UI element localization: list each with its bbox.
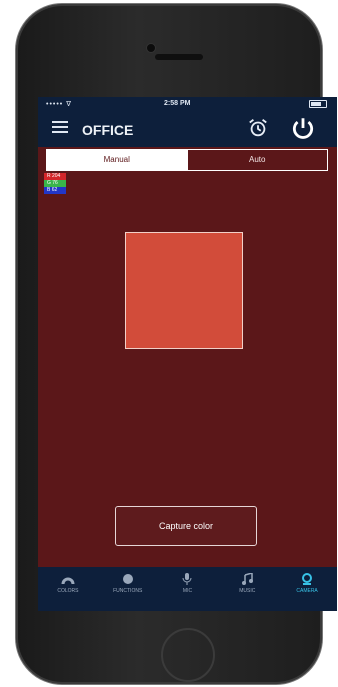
status-bar: ••••• ∇ 2:58 PM — [38, 97, 337, 111]
tab-label-music: MUSIC — [239, 588, 256, 594]
music-note-icon — [242, 573, 254, 585]
tab-label-mic: MIC — [182, 588, 193, 594]
tab-label-colors: COLORS — [57, 588, 79, 594]
alarm-clock-icon[interactable] — [247, 117, 269, 139]
tab-bar: COLORS FUNCTIONS MIC MUSIC CAMERA — [38, 567, 337, 611]
blue-value: B 62 — [44, 187, 66, 194]
green-value: G 76 — [44, 180, 66, 187]
microphone-icon — [182, 573, 192, 585]
page-title: OFFICE — [82, 122, 134, 138]
capture-color-button[interactable]: Capture color — [115, 506, 257, 546]
front-camera — [146, 43, 156, 53]
circle-icon — [122, 574, 133, 584]
battery-icon — [309, 100, 327, 108]
tab-functions[interactable]: FUNCTIONS — [98, 567, 158, 611]
rgb-readout: R 204 G 76 B 62 — [44, 173, 66, 194]
power-icon[interactable] — [290, 115, 316, 141]
tab-label-functions: FUNCTIONS — [113, 588, 143, 594]
carrier-signal: ••••• ∇ — [46, 101, 72, 108]
tab-label-camera: CAMERA — [296, 588, 318, 594]
earpiece-speaker — [155, 54, 203, 60]
menu-icon[interactable] — [52, 121, 68, 135]
tab-mic[interactable]: MIC — [158, 567, 218, 611]
arc-icon — [61, 577, 75, 585]
red-value: R 204 — [44, 173, 66, 180]
tab-colors[interactable]: COLORS — [38, 567, 98, 611]
status-time: 2:58 PM — [164, 100, 191, 107]
home-button[interactable] — [161, 628, 215, 682]
tab-manual[interactable]: Manual — [47, 150, 187, 170]
captured-color-swatch — [125, 232, 243, 349]
app-screen: ••••• ∇ 2:58 PM OFFICE Manual Auto R 204… — [38, 97, 337, 611]
nav-bar: OFFICE — [38, 111, 337, 147]
tab-music[interactable]: MUSIC — [217, 567, 277, 611]
mode-toggle: Manual Auto — [46, 149, 328, 171]
tab-camera[interactable]: CAMERA — [277, 567, 337, 611]
tab-auto[interactable]: Auto — [186, 150, 328, 170]
camera-icon — [302, 573, 313, 585]
